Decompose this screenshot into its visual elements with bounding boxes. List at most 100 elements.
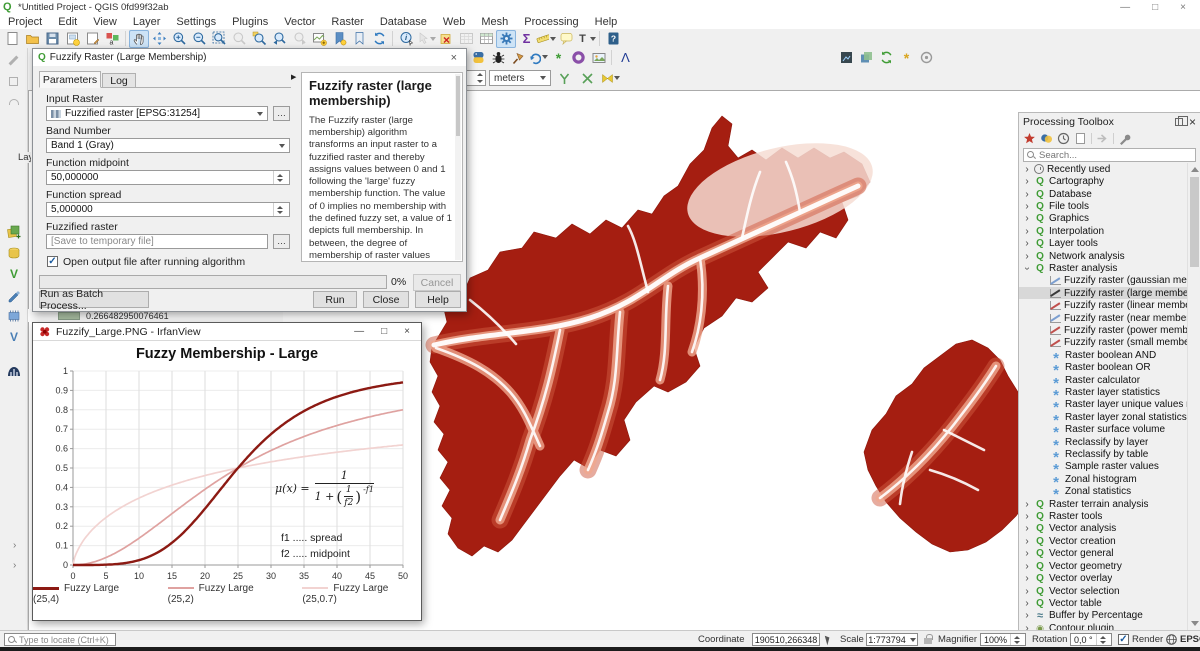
snapping-options-icon[interactable] bbox=[600, 69, 620, 87]
expander-icon[interactable]: › bbox=[1023, 561, 1031, 572]
expander-icon[interactable]: › bbox=[1023, 251, 1031, 262]
curve-digitize-icon[interactable] bbox=[4, 93, 24, 111]
expander-icon[interactable]: › bbox=[1023, 586, 1031, 597]
menu-item[interactable]: Edit bbox=[50, 16, 85, 28]
output-browse-button[interactable]: … bbox=[273, 234, 290, 249]
zoom-out-icon[interactable] bbox=[189, 30, 209, 48]
spread-spinner[interactable]: 5,000000 bbox=[46, 202, 290, 217]
map-tips-icon[interactable] bbox=[556, 30, 576, 48]
toolbox-item[interactable]: Sample raster values bbox=[1019, 461, 1187, 473]
tolerance-spinner[interactable] bbox=[464, 70, 486, 86]
viewer-close-button[interactable]: × bbox=[404, 326, 410, 337]
midpoint-spinner[interactable]: 50,000000 bbox=[46, 170, 290, 185]
attribute-table-icon[interactable] bbox=[476, 30, 496, 48]
new-project-icon[interactable] bbox=[2, 30, 22, 48]
scroll-down-icon[interactable] bbox=[1191, 621, 1199, 626]
image-export-icon[interactable] bbox=[588, 48, 608, 66]
magnifier-spinner[interactable]: 100% bbox=[980, 633, 1026, 646]
tab-log[interactable]: Log bbox=[102, 73, 136, 88]
toolbox-item[interactable]: Raster layer statistics bbox=[1019, 386, 1187, 398]
zoom-to-layer-icon[interactable] bbox=[249, 30, 269, 48]
processing-toolbox-toggle-icon[interactable] bbox=[496, 30, 516, 48]
options-wrench-icon[interactable] bbox=[1118, 132, 1131, 145]
pan-to-selection-icon[interactable] bbox=[149, 30, 169, 48]
new-memory-layer-icon[interactable] bbox=[4, 307, 24, 325]
zoom-full-icon[interactable] bbox=[209, 30, 229, 48]
input-raster-browse-button[interactable]: … bbox=[273, 106, 290, 121]
refresh-map-icon[interactable] bbox=[369, 30, 389, 48]
snapping-star-icon[interactable]: * bbox=[896, 48, 916, 66]
toolbox-scrollbar[interactable] bbox=[1187, 163, 1200, 630]
output-file-field[interactable]: [Save to temporary file] bbox=[46, 234, 268, 249]
minimize-button[interactable]: — bbox=[1120, 2, 1130, 13]
close-dialog-button[interactable]: Close bbox=[363, 291, 409, 308]
measure-icon[interactable] bbox=[536, 30, 556, 48]
cancel-button[interactable]: Cancel bbox=[413, 274, 461, 291]
restore-button[interactable]: □ bbox=[1152, 2, 1158, 13]
expander-icon[interactable]: › bbox=[1023, 523, 1031, 534]
toolbox-item[interactable]: Fuzzify raster (near membership) bbox=[1019, 312, 1187, 324]
toolbox-item[interactable]: Fuzzify raster (gaussian membership) bbox=[1019, 275, 1187, 287]
toolbox-item[interactable]: Raster surface volume bbox=[1019, 424, 1187, 436]
reload-plugin-icon[interactable] bbox=[876, 48, 896, 66]
edit-in-place-icon[interactable] bbox=[1096, 132, 1109, 145]
close-panel-icon[interactable]: × bbox=[1189, 115, 1196, 129]
expander-icon[interactable]: › bbox=[1023, 201, 1031, 212]
toolbox-item[interactable]: ›Vector table bbox=[1019, 597, 1187, 609]
description-scrollbar[interactable] bbox=[455, 74, 461, 260]
toolbox-item[interactable]: Fuzzify raster (small membership) bbox=[1019, 337, 1187, 349]
toolbox-item[interactable]: Fuzzify raster (power membership) bbox=[1019, 324, 1187, 336]
expander-icon[interactable]: › bbox=[1023, 499, 1031, 510]
menu-item[interactable]: Mesh bbox=[473, 16, 516, 28]
toolbox-item[interactable]: ›Vector general bbox=[1019, 548, 1187, 560]
midpoint-spin-icons[interactable] bbox=[273, 171, 285, 184]
units-select[interactable]: meters bbox=[489, 70, 551, 86]
toolbox-item[interactable]: Reclassify by layer bbox=[1019, 436, 1187, 448]
toolbox-item[interactable]: ›Vector overlay bbox=[1019, 572, 1187, 584]
expander-icon[interactable]: › bbox=[1023, 536, 1031, 547]
titlebar[interactable]: Q *Untitled Project - QGIS 0fd99f32ab — … bbox=[0, 0, 1200, 14]
debug-plugin-icon[interactable] bbox=[488, 48, 508, 66]
coordinate-input[interactable]: 190510,266348 bbox=[752, 633, 820, 646]
irfanview-window[interactable]: Fuzzify_Large.PNG - IrfanView — □ × Fuzz… bbox=[32, 322, 422, 621]
toolbox-item[interactable]: ›Raster analysis bbox=[1019, 262, 1187, 274]
toolbox-item[interactable]: Reclassify by table bbox=[1019, 448, 1187, 460]
zoom-last-icon[interactable] bbox=[269, 30, 289, 48]
toolbox-search[interactable] bbox=[1023, 148, 1196, 162]
tab-parameters[interactable]: Parameters bbox=[39, 71, 101, 88]
help-contents-icon[interactable]: ? bbox=[603, 30, 623, 48]
profile-tool-icon[interactable] bbox=[836, 48, 856, 66]
menu-item[interactable]: Project bbox=[0, 16, 50, 28]
open-attribute-table-icon[interactable] bbox=[456, 30, 476, 48]
select-features-icon[interactable] bbox=[416, 30, 436, 48]
topological-editing-icon[interactable] bbox=[554, 69, 574, 87]
toolbox-item[interactable]: Raster boolean AND bbox=[1019, 349, 1187, 361]
models-icon[interactable] bbox=[1023, 132, 1036, 145]
viewer-titlebar[interactable]: Fuzzify_Large.PNG - IrfanView — □ × bbox=[33, 323, 421, 341]
expander-icon[interactable]: › bbox=[1023, 548, 1031, 559]
toolbox-item[interactable]: ›Vector creation bbox=[1019, 535, 1187, 547]
toolbox-item[interactable]: Raster calculator bbox=[1019, 374, 1187, 386]
new-geopackage-layer-icon[interactable] bbox=[4, 223, 24, 241]
menu-item[interactable]: Layer bbox=[125, 16, 169, 28]
intersection-snapping-icon[interactable] bbox=[577, 69, 597, 87]
spread-spin-icons[interactable] bbox=[273, 203, 285, 216]
viewer-maximize-button[interactable]: □ bbox=[381, 326, 387, 337]
layout-manager-icon[interactable] bbox=[82, 30, 102, 48]
toolbox-item[interactable]: Raster layer unique values report bbox=[1019, 399, 1187, 411]
menu-item[interactable]: Help bbox=[587, 16, 626, 28]
layer-combine-icon[interactable] bbox=[856, 48, 876, 66]
menu-item[interactable]: Plugins bbox=[224, 16, 276, 28]
expander-icon[interactable]: › bbox=[1023, 213, 1031, 224]
open-project-icon[interactable] bbox=[22, 30, 42, 48]
toolbox-item[interactable]: ›Database bbox=[1019, 188, 1187, 200]
toolbox-item[interactable]: ›Vector selection bbox=[1019, 585, 1187, 597]
deselect-features-icon[interactable] bbox=[436, 30, 456, 48]
expander-icon[interactable]: › bbox=[1023, 226, 1031, 237]
expander-icon[interactable]: › bbox=[1023, 164, 1031, 175]
new-spatialite-layer-icon[interactable] bbox=[4, 244, 24, 262]
close-button[interactable]: × bbox=[1180, 2, 1186, 13]
render-checkbox[interactable]: ✓ bbox=[1118, 634, 1129, 645]
toolbox-item[interactable]: Raster layer zonal statistics bbox=[1019, 411, 1187, 423]
viewer-minimize-button[interactable]: — bbox=[354, 326, 364, 337]
